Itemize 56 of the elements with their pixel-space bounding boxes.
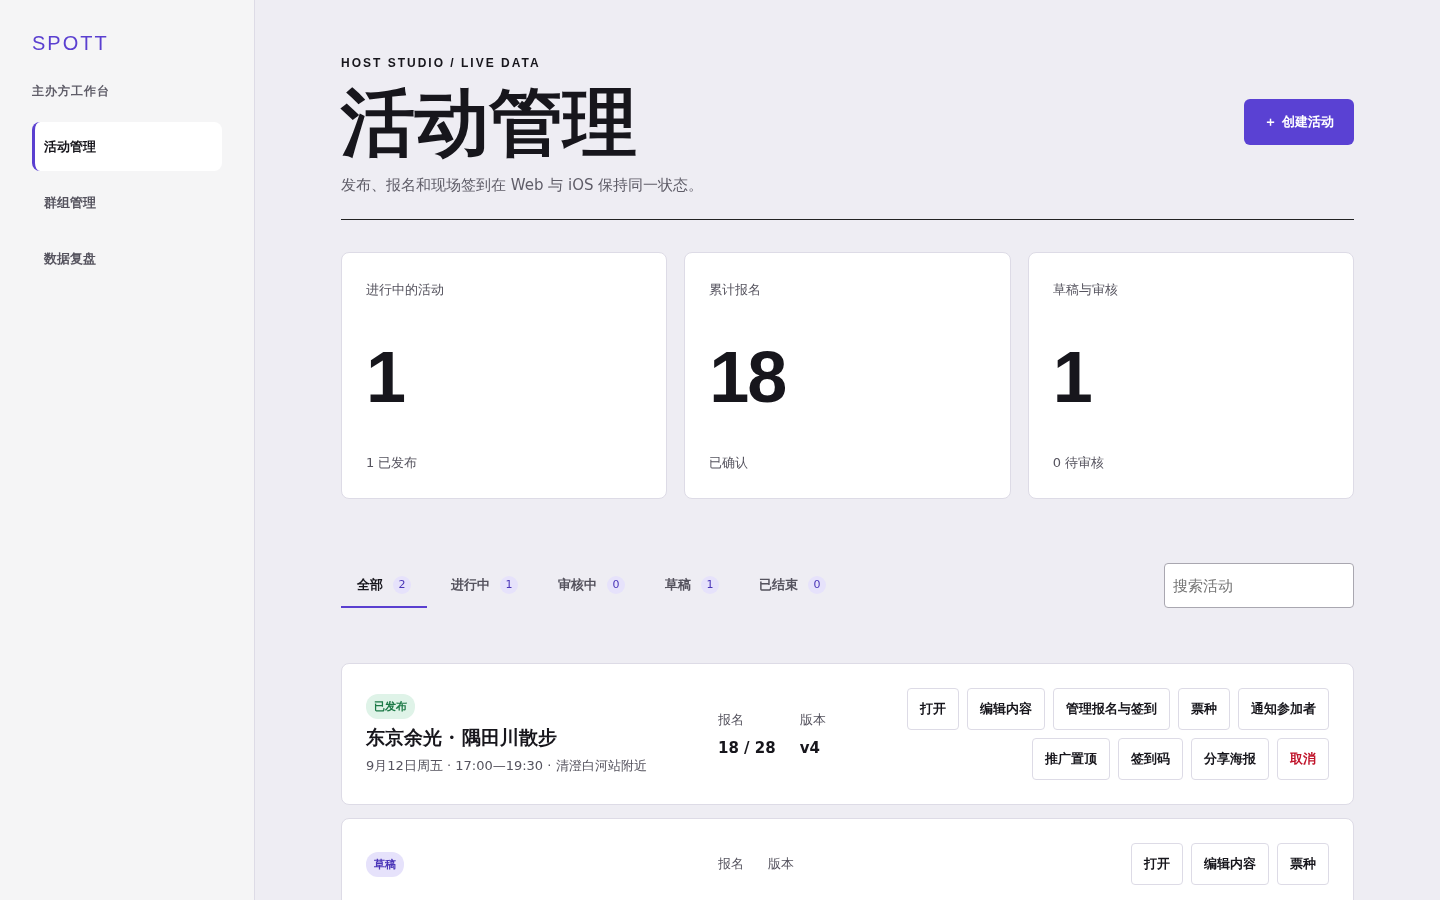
- action-button[interactable]: 打开: [1131, 843, 1183, 885]
- filter-tab[interactable]: 进行中 1: [435, 563, 534, 608]
- stat-note: 0 待审核: [1052, 454, 1105, 472]
- version-label: 版本: [768, 855, 794, 873]
- status-badge: 已发布: [366, 693, 415, 719]
- signup-value: 18 / 28: [718, 739, 776, 757]
- status-badge: 草稿: [366, 851, 404, 877]
- action-button[interactable]: 管理报名与签到: [1053, 688, 1170, 730]
- stat-label: 草稿与审核: [1052, 281, 1118, 299]
- action-button[interactable]: 取消: [1277, 738, 1329, 780]
- stat-value: 1: [366, 335, 405, 418]
- signup-label: 报名: [718, 711, 745, 729]
- filter-tab[interactable]: 全部 2: [341, 563, 427, 608]
- action-button[interactable]: 编辑内容: [967, 688, 1045, 730]
- sidebar-item[interactable]: 数据复盘: [32, 234, 222, 283]
- signup-label: 报名: [718, 855, 744, 873]
- action-button[interactable]: 签到码: [1118, 738, 1183, 780]
- count-badge: 0: [808, 575, 826, 594]
- action-button[interactable]: 通知参加者: [1238, 688, 1329, 730]
- search-field[interactable]: 搜索活动: [1164, 563, 1354, 608]
- count-badge: 0: [607, 575, 625, 594]
- tab-label: 已结束: [759, 575, 798, 594]
- filter-tab[interactable]: 草稿 1: [649, 563, 735, 608]
- event-title[interactable]: 东京余光 · 隅田川散步: [366, 724, 557, 751]
- stat-note: 1 已发布: [366, 454, 418, 472]
- version-value: v4: [799, 739, 821, 757]
- stat-note: 已确认: [709, 454, 749, 472]
- sidebar-item[interactable]: 群组管理: [32, 178, 222, 227]
- count-badge: 1: [701, 575, 719, 594]
- action-button[interactable]: 票种: [1277, 843, 1329, 885]
- action-button[interactable]: 推广置顶: [1032, 738, 1110, 780]
- event-meta: 9月12日周五 · 17:00—19:30 · 清澄白河站附近: [366, 756, 647, 775]
- count-badge: 2: [393, 575, 411, 594]
- filter-tab[interactable]: 审核中 0: [542, 563, 641, 608]
- tab-label: 全部: [357, 575, 383, 594]
- page-subtitle: 发布、报名和现场签到在 Web 与 iOS 保持同一状态。: [341, 176, 704, 195]
- stat-label: 进行中的活动: [366, 281, 444, 299]
- sidebar-item[interactable]: 活动管理: [32, 122, 222, 171]
- count-badge: 1: [500, 575, 518, 594]
- eyebrow-text: HOST STUDIO / LIVE DATA: [341, 56, 541, 70]
- stat-label: 累计报名: [709, 281, 762, 299]
- create-event-button[interactable]: ＋ 创建活动: [1244, 99, 1354, 145]
- tab-label: 审核中: [558, 575, 597, 594]
- stat-value: 18: [709, 335, 786, 418]
- action-button[interactable]: 分享海报: [1191, 738, 1269, 780]
- action-button[interactable]: 编辑内容: [1191, 843, 1269, 885]
- logo: SPOTT: [32, 32, 109, 55]
- page-title: 活动管理: [341, 78, 637, 166]
- tab-label: 草稿: [665, 575, 691, 594]
- sidebar-section-title: 主办方工作台: [32, 83, 110, 100]
- tab-label: 进行中: [451, 575, 490, 594]
- filter-tab[interactable]: 已结束 0: [743, 563, 842, 608]
- stat-value: 1: [1052, 335, 1091, 418]
- action-button[interactable]: 打开: [907, 688, 959, 730]
- action-button[interactable]: 票种: [1178, 688, 1230, 730]
- version-label: 版本: [799, 711, 826, 729]
